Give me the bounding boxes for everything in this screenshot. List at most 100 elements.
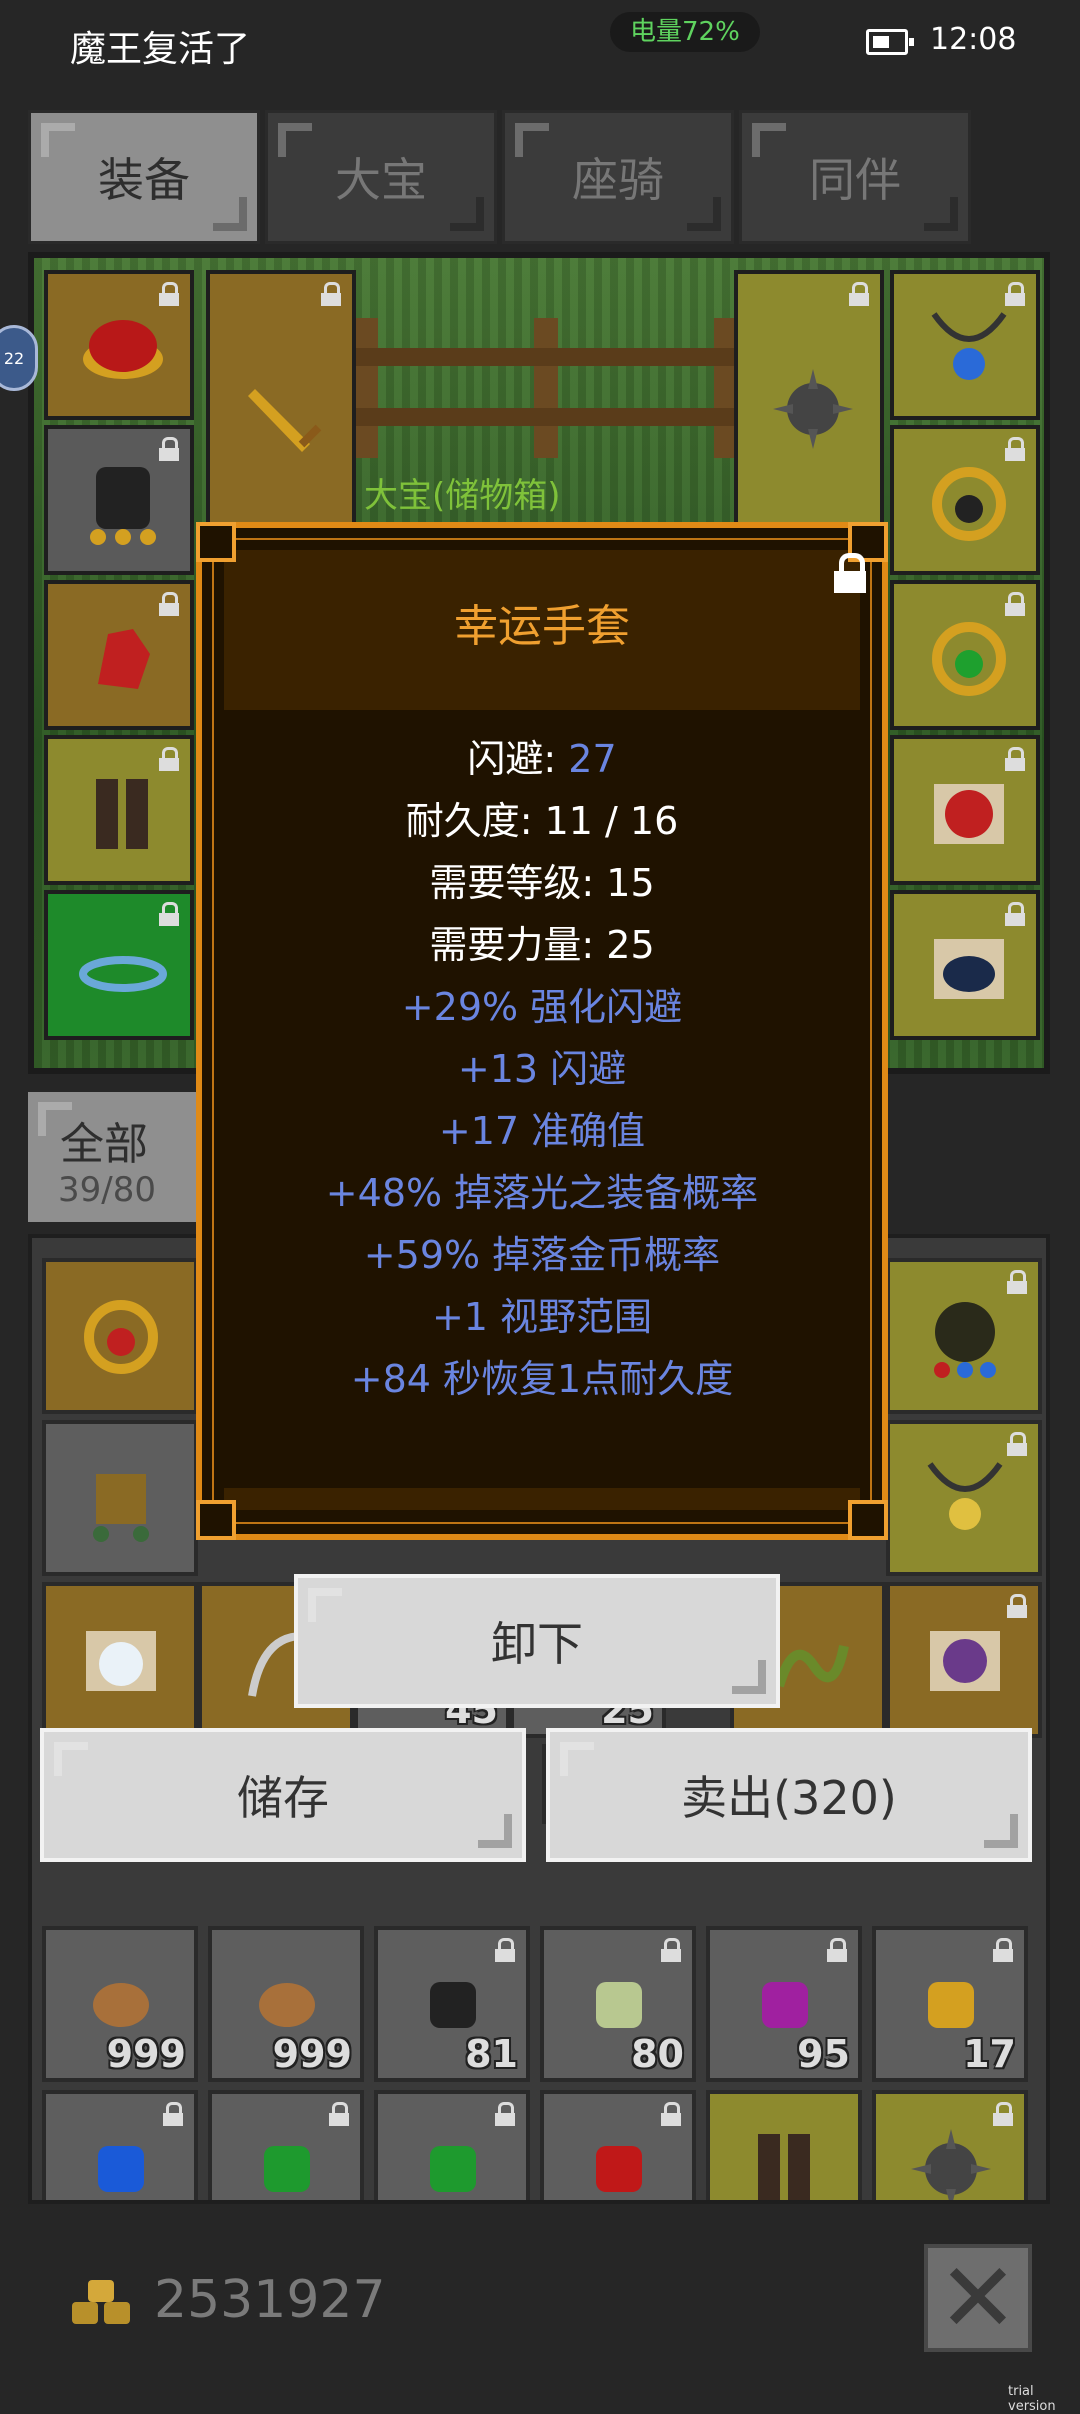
pet-slot[interactable]: [890, 735, 1040, 885]
lock-icon: [158, 592, 180, 616]
gloves-icon: [98, 629, 150, 689]
gold-amount: 2531927: [154, 2270, 386, 2330]
tab-treasure-label: 大宝: [335, 153, 427, 207]
tab-treasure[interactable]: 大宝: [265, 110, 497, 244]
inventory-slot[interactable]: [42, 1420, 198, 1576]
unequip-label: 卸下: [491, 1617, 583, 1671]
item-quantity: 999: [106, 2032, 186, 2076]
battery-icon: [866, 29, 914, 55]
battery-indicator: 电量72%: [610, 12, 760, 52]
stat-required-strength: 需要力量: 25: [202, 914, 882, 969]
lock-icon: [1004, 747, 1026, 771]
inventory-slot[interactable]: 99: [208, 2090, 364, 2200]
cat-pet-icon: [86, 1631, 156, 1691]
offhand-slot[interactable]: [734, 270, 884, 530]
store-button[interactable]: 储存: [40, 1728, 526, 1862]
stat-required-level: 需要等级: 15: [202, 852, 882, 907]
inventory-slot[interactable]: 81: [374, 1926, 530, 2082]
ring-green-icon: [932, 622, 1006, 696]
lock-icon: [494, 2102, 516, 2126]
lock-icon: [158, 437, 180, 461]
bonus-line: +17 准确值: [438, 1109, 646, 1153]
lock-icon: [826, 1938, 848, 1962]
inventory-slot[interactable]: [42, 1258, 198, 1414]
bonus-line: +48% 掉落光之装备概率: [325, 1171, 759, 1215]
gold-coins-icon: [72, 2280, 130, 2324]
ring-icon: [932, 467, 1006, 541]
sell-button[interactable]: 卖出(320): [546, 1728, 1032, 1862]
bird-pet-slot[interactable]: [890, 890, 1040, 1040]
helmet-slot[interactable]: [44, 270, 194, 420]
tab-companion[interactable]: 同伴: [739, 110, 971, 244]
tab-equipment[interactable]: 装备: [28, 110, 260, 244]
item-quantity: 81: [465, 2032, 518, 2076]
boots-icon: [758, 2134, 810, 2200]
corner-ornament: [196, 1500, 236, 1540]
inventory-slot[interactable]: [872, 2090, 1028, 2200]
lock-icon: [1004, 282, 1026, 306]
item-quantity: 95: [797, 2032, 850, 2076]
unequip-button[interactable]: 卸下: [294, 1574, 780, 1708]
ring-slot-1[interactable]: [890, 425, 1040, 575]
inventory-slot[interactable]: 999: [208, 1926, 364, 2082]
item-quantity: 17: [963, 2032, 1016, 2076]
inventory-slot[interactable]: 80: [540, 1926, 696, 2082]
bonus-line: +13 闪避: [457, 1047, 627, 1091]
bonus-line: +1 视野范围: [431, 1295, 653, 1339]
belt-slot[interactable]: [44, 890, 194, 1040]
lock-icon: [158, 902, 180, 926]
lock-icon: [1006, 1270, 1028, 1294]
blue-gem-icon: [98, 2146, 144, 2192]
inventory-slot[interactable]: 73: [540, 2090, 696, 2200]
tab-companion-label: 同伴: [809, 153, 901, 207]
inventory-slot[interactable]: [886, 1582, 1042, 1738]
lock-icon: [1004, 437, 1026, 461]
stat-durability: 耐久度: 11 / 16: [202, 790, 882, 845]
inventory-slot[interactable]: 54: [42, 2090, 198, 2200]
lock-icon: [992, 1938, 1014, 1962]
bird-pet-icon: [934, 939, 1004, 999]
item-detail-popup: 幸运手套 闪避: 27 耐久度: 11 / 16 需要等级: 15 需要力量: …: [196, 522, 888, 1540]
inventory-slot[interactable]: 17: [872, 1926, 1028, 2082]
weapon-slot[interactable]: [206, 270, 356, 530]
item-quantity: 80: [631, 2032, 684, 2076]
app-title: 魔王复活了: [70, 29, 251, 70]
lock-icon: [848, 282, 870, 306]
lock-toggle-icon[interactable]: [832, 553, 868, 593]
spiked-ball-icon: [773, 369, 853, 449]
ring-slot-2[interactable]: [890, 580, 1040, 730]
close-button[interactable]: ✕: [924, 2244, 1032, 2352]
pet-icon: [934, 784, 1004, 844]
amulet-slot[interactable]: [890, 270, 1040, 420]
fence-decoration: [334, 318, 754, 458]
amulet-icon: [927, 1462, 1003, 1530]
green-gem-icon: [264, 2146, 310, 2192]
tab-mount[interactable]: 座骑: [502, 110, 734, 244]
inventory-slot[interactable]: 999: [42, 1926, 198, 2082]
bonus-line: +84 秒恢复1点耐久度: [350, 1357, 734, 1401]
inventory-slot[interactable]: [706, 2090, 862, 2200]
item-quantity: 999: [272, 2032, 352, 2076]
store-label: 储存: [237, 1771, 329, 1825]
gloves-slot[interactable]: [44, 580, 194, 730]
inventory-slot[interactable]: [886, 1420, 1042, 1576]
stat-value: 15: [606, 861, 655, 905]
inventory-slot[interactable]: 2: [374, 2090, 530, 2200]
inventory-all-label: 全部: [60, 1119, 148, 1170]
sell-label: 卖出(320): [681, 1771, 897, 1825]
tab-equipment-label: 装备: [98, 153, 190, 207]
inventory-slot[interactable]: 95: [706, 1926, 862, 2082]
boots-slot[interactable]: [44, 735, 194, 885]
unicorn-pet-icon: [930, 1631, 1000, 1691]
armor-slot[interactable]: [44, 425, 194, 575]
stat-label: 需要力量:: [429, 923, 607, 967]
inventory-slot[interactable]: [886, 1258, 1042, 1414]
lock-icon: [158, 747, 180, 771]
side-indicator[interactable]: 22: [0, 325, 38, 391]
inventory-slot[interactable]: [42, 1582, 198, 1738]
bonus-line: +59% 掉落金币概率: [363, 1233, 721, 1277]
stat-label: 耐久度:: [405, 799, 545, 843]
ring-icon: [84, 1300, 158, 1374]
belt-icon: [79, 956, 167, 992]
item-quantity: 99: [299, 2196, 352, 2200]
